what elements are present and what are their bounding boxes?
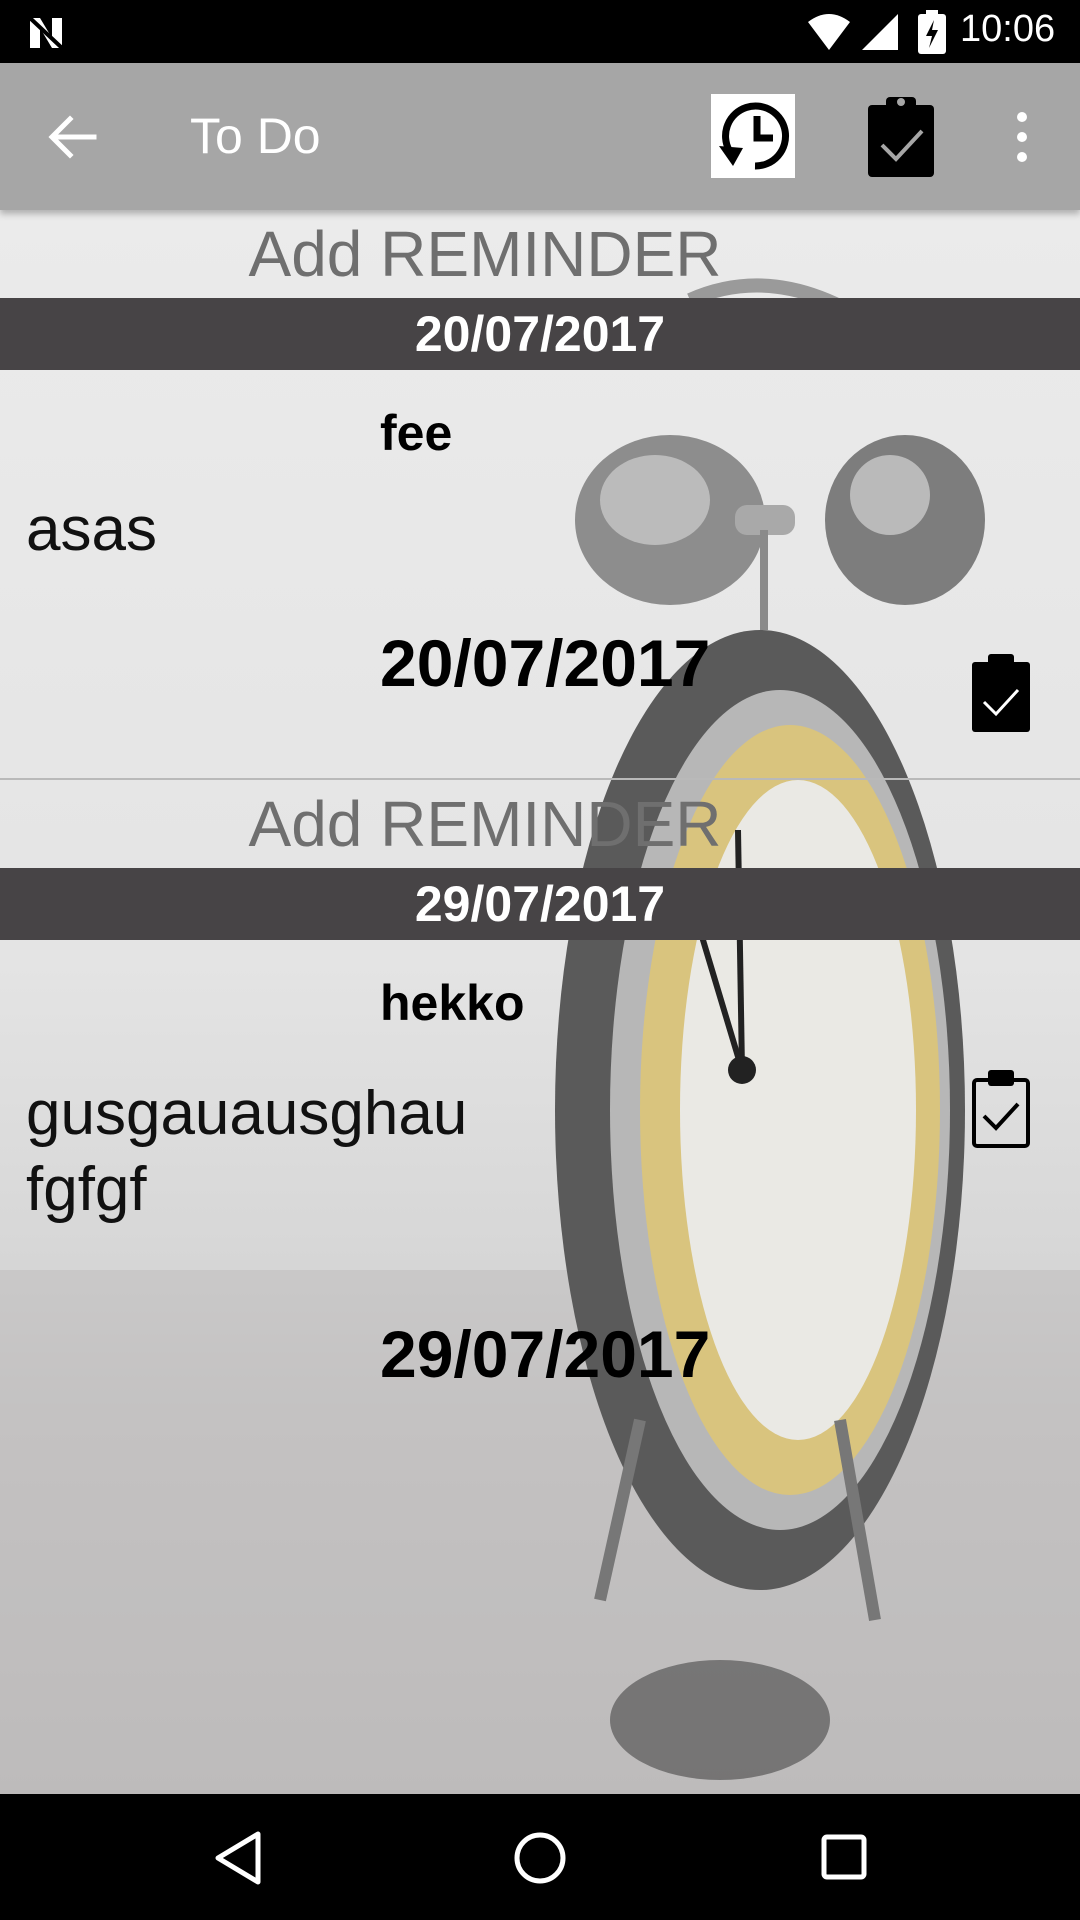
reminder-body: asas — [26, 495, 157, 564]
add-reminder-button[interactable]: Add REMINDER — [0, 210, 1080, 298]
clipboard-check-outline-icon[interactable] — [970, 1068, 1032, 1150]
date-header: 20/07/2017 — [0, 298, 1080, 370]
add-reminder-button[interactable]: Add REMINDER — [0, 780, 1080, 868]
battery-charging-icon — [918, 10, 946, 54]
nav-recents-icon[interactable] — [821, 1834, 867, 1880]
nav-home-icon[interactable] — [513, 1831, 567, 1885]
history-clock-icon — [719, 102, 789, 170]
cellular-signal-icon — [862, 14, 898, 50]
reminder-item[interactable]: hekko gusgauausghau fgfgf 29/07/2017 — [0, 940, 1080, 1391]
app-toolbar: To Do — [0, 63, 1080, 210]
reminder-date: 20/07/2017 — [380, 626, 711, 700]
navigation-bar — [0, 1794, 1080, 1920]
page-title: To Do — [190, 108, 321, 164]
clipboard-check-filled-icon[interactable] — [970, 652, 1032, 734]
back-arrow-icon[interactable] — [46, 111, 98, 163]
overflow-menu-icon[interactable] — [1008, 111, 1036, 163]
reminder-list: Add REMINDER 20/07/2017 fee asas 20/07/2… — [0, 210, 1080, 1391]
status-bar: 10:06 — [0, 0, 1080, 63]
date-header: 29/07/2017 — [0, 868, 1080, 940]
reminder-title: fee — [380, 405, 453, 461]
reminder-item[interactable]: fee asas 20/07/2017 — [0, 370, 1080, 778]
reminder-body: gusgauausghau fgfgf — [26, 1079, 468, 1224]
reminder-title: hekko — [380, 975, 525, 1031]
status-time: 10:06 — [960, 8, 1056, 50]
reminder-date: 29/07/2017 — [380, 1317, 711, 1391]
reminder-history-button[interactable] — [711, 94, 795, 178]
clipboard-check-icon[interactable] — [866, 93, 936, 179]
wifi-icon — [808, 14, 850, 50]
nav-back-icon[interactable] — [212, 1830, 262, 1886]
notification-n-icon — [28, 16, 64, 50]
